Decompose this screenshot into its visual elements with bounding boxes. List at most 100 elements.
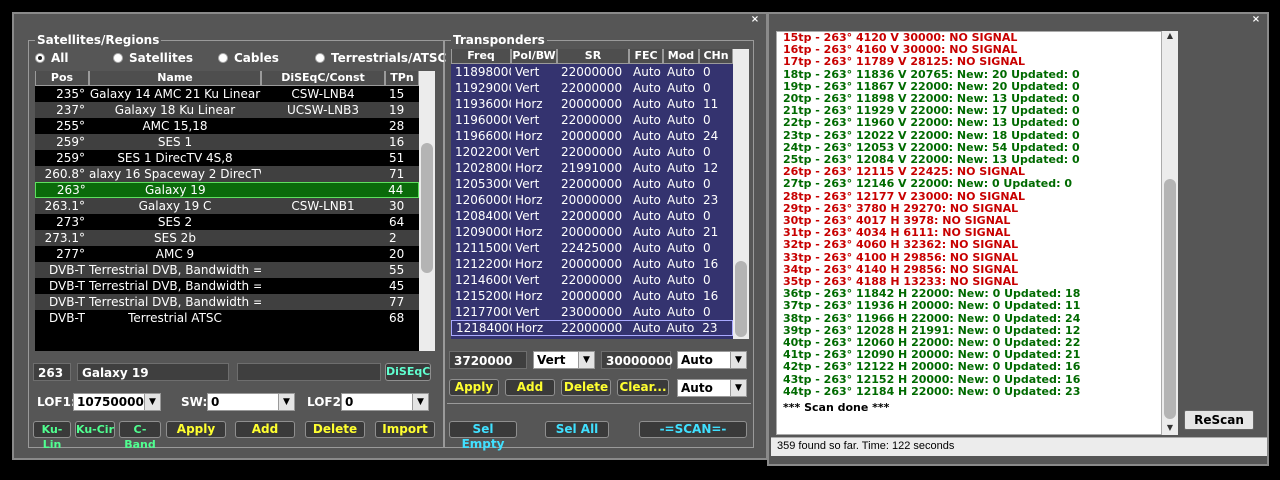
col-fec[interactable]: FEC — [629, 49, 663, 64]
regions-scroll-thumb[interactable] — [421, 143, 433, 273]
fec-select[interactable]: Auto ▼ — [677, 351, 747, 369]
region-cell-pos: 259° — [56, 151, 85, 165]
transponders-scrollbar[interactable] — [733, 49, 749, 339]
tp-cell-chn: 23 — [703, 193, 719, 207]
col-sr[interactable]: SR — [557, 49, 629, 64]
col-freq[interactable]: Freq — [451, 49, 511, 64]
sel-all-button[interactable]: Sel All — [545, 421, 609, 438]
tp-delete-button[interactable]: Delete — [561, 379, 611, 396]
region-row[interactable]: 273.1° SES 2b 2 — [35, 230, 419, 246]
region-row[interactable]: 259° SES 1 DirecTV 4S,8 51 — [35, 150, 419, 166]
col-name[interactable]: Name — [89, 71, 261, 86]
transponder-row[interactable]: 12028000 Horz 21991000 Auto Auto 12 — [451, 160, 733, 176]
transponder-row[interactable]: 11966000 Horz 20000000 Auto Auto 24 — [451, 128, 733, 144]
transponder-row[interactable]: 12177000 Vert 23000000 Auto Auto 0 — [451, 304, 733, 320]
region-row[interactable]: 263.1° Galaxy 19 C CSW-LNB1 30 — [35, 198, 419, 214]
transponder-row[interactable]: 12090000 Horz 20000000 Auto Auto 21 — [451, 224, 733, 240]
chevron-down-icon[interactable]: ▼ — [278, 394, 294, 410]
region-cell-diseqc — [261, 118, 385, 134]
rescan-button[interactable]: ReScan — [1184, 410, 1254, 430]
transponder-row[interactable]: 12060000 Horz 20000000 Auto Auto 23 — [451, 192, 733, 208]
ku-cir-button[interactable]: Ku-Cir — [75, 421, 115, 438]
transponder-row[interactable]: 12053000 Vert 22000000 Auto Auto 0 — [451, 176, 733, 192]
filter-satellites-radio[interactable]: Satellites — [113, 51, 193, 65]
col-diseqc[interactable]: DiSEqC/Const — [261, 71, 385, 86]
sw-select[interactable]: 0 ▼ — [207, 393, 295, 411]
tp-cell-sr: 22425000 — [561, 241, 623, 255]
close-icon[interactable]: × — [749, 15, 761, 25]
region-row[interactable]: 277° AMC 9 20 — [35, 246, 419, 262]
region-row[interactable]: DVB-T Terrestrial ATSC 68 — [35, 310, 419, 326]
transponder-row[interactable]: 12122000 Horz 20000000 Auto Auto 16 — [451, 256, 733, 272]
col-tpn[interactable]: TPn — [385, 71, 419, 86]
region-row[interactable]: DVB-T Terrestrial DVB, Bandwidth = 8MH 55 — [35, 262, 419, 278]
close-icon[interactable]: × — [1250, 15, 1262, 25]
transponder-row[interactable]: 12022000 Vert 22000000 Auto Auto 0 — [451, 144, 733, 160]
scroll-down-icon[interactable]: ▼ — [1162, 423, 1178, 435]
chevron-down-icon[interactable]: ▼ — [144, 394, 160, 410]
tp-apply-button[interactable]: Apply — [449, 379, 499, 396]
transponder-row[interactable]: 12084000 Vert 22000000 Auto Auto 0 — [451, 208, 733, 224]
sr-field[interactable]: 30000000 — [601, 351, 673, 369]
region-row[interactable]: 263° Galaxy 19 44 — [35, 182, 419, 198]
col-mod[interactable]: Mod — [663, 49, 699, 64]
scan-button[interactable]: -=SCAN=- — [639, 421, 747, 438]
chevron-down-icon[interactable]: ▼ — [578, 352, 594, 368]
col-pol[interactable]: Pol/BW — [511, 49, 557, 64]
tp-cell-pol: Horz — [515, 161, 543, 175]
region-row[interactable]: 273° SES 2 64 — [35, 214, 419, 230]
region-row[interactable]: 260.8° alaxy 16 Spaceway 2 DirecTV 1 71 — [35, 166, 419, 182]
filter-terrestrials-radio[interactable]: Terrestrials/ATSC — [315, 51, 446, 65]
lof1-select[interactable]: 10750000 ▼ — [73, 393, 161, 411]
transponder-row[interactable]: 12152000 Horz 20000000 Auto Auto 16 — [451, 288, 733, 304]
region-import-button[interactable]: Import — [375, 421, 435, 438]
region-cell-pos: DVB-T — [48, 263, 85, 277]
tp-add-button[interactable]: Add — [505, 379, 555, 396]
chevron-down-icon[interactable]: ▼ — [730, 352, 746, 368]
region-row[interactable]: 235° Galaxy 14 AMC 21 Ku Linear CSW-LNB4 15 — [35, 86, 419, 102]
transponder-row[interactable]: 11936000 Horz 20000000 Auto Auto 11 — [451, 96, 733, 112]
region-row[interactable]: DVB-T Terrestrial DVB, Bandwidth = 6MH 77 — [35, 294, 419, 310]
selected-pos-field[interactable]: 263 — [33, 363, 71, 381]
filter-cables-radio[interactable]: Cables — [218, 51, 279, 65]
regions-scrollbar[interactable] — [419, 71, 435, 351]
transponder-row[interactable]: 12184000 Horz 22000000 Auto Auto 23 — [451, 320, 733, 336]
col-pos[interactable]: Pos — [35, 71, 89, 86]
tp-clear-button[interactable]: Clear... — [617, 379, 669, 396]
region-add-button[interactable]: Add — [235, 421, 295, 438]
region-cell-diseqc — [261, 230, 385, 246]
log-scroll-thumb[interactable] — [1164, 179, 1176, 419]
filter-all-radio[interactable]: All — [35, 51, 69, 65]
region-row[interactable]: 237° Galaxy 18 Ku Linear UCSW-LNB3 19 — [35, 102, 419, 118]
region-cell-diseqc — [261, 278, 385, 294]
transponder-row[interactable]: 12146000 Vert 22000000 Auto Auto 0 — [451, 272, 733, 288]
transponder-row[interactable]: 11960000 Vert 22000000 Auto Auto 0 — [451, 112, 733, 128]
col-chn[interactable]: CHn — [699, 49, 733, 64]
tp-cell-fec: Auto — [633, 145, 661, 159]
selected-name-field[interactable]: Galaxy 19 — [77, 363, 229, 381]
freq-field[interactable]: 3720000 — [449, 351, 527, 369]
transponders-scroll-thumb[interactable] — [735, 261, 747, 337]
diseqc-field[interactable] — [237, 363, 381, 381]
mod-select[interactable]: Auto ▼ — [677, 379, 747, 397]
tp-cell-fec: Auto — [633, 129, 661, 143]
c-band-button[interactable]: C-Band — [119, 421, 161, 451]
lof2-select[interactable]: 0 ▼ — [341, 393, 429, 411]
transponder-row[interactable]: 11929000 Vert 22000000 Auto Auto 0 — [451, 80, 733, 96]
transponder-row[interactable]: 11898000 Vert 22000000 Auto Auto 0 — [451, 64, 733, 80]
diseqc-button[interactable]: DiSEqC — [385, 363, 431, 381]
scroll-up-icon[interactable]: ▲ — [1162, 31, 1178, 43]
tp-cell-sr: 22000000 — [561, 209, 623, 223]
region-delete-button[interactable]: Delete — [305, 421, 365, 438]
pol-select[interactable]: Vert ▼ — [533, 351, 595, 369]
chevron-down-icon[interactable]: ▼ — [730, 380, 746, 396]
region-row[interactable]: 255° AMC 15,18 28 — [35, 118, 419, 134]
chevron-down-icon[interactable]: ▼ — [412, 394, 428, 410]
region-row[interactable]: 259° SES 1 16 — [35, 134, 419, 150]
ku-lin-button[interactable]: Ku-Lin — [33, 421, 71, 451]
sel-empty-button[interactable]: Sel Empty — [449, 421, 517, 451]
transponder-row[interactable]: 12115000 Vert 22425000 Auto Auto 0 — [451, 240, 733, 256]
region-row[interactable]: DVB-T Terrestrial DVB, Bandwidth = 7MH 45 — [35, 278, 419, 294]
region-apply-button[interactable]: Apply — [166, 421, 226, 438]
log-scrollbar[interactable]: ▲ ▼ — [1162, 31, 1178, 435]
